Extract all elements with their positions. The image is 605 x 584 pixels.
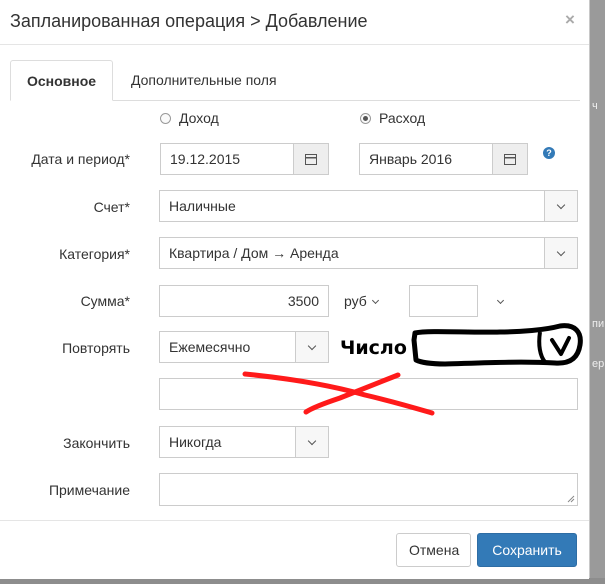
- note-textarea[interactable]: [159, 473, 578, 506]
- modal-dialog: Запланированная операция > Добавление × …: [0, 0, 590, 579]
- repeat-dropdown-button[interactable]: [295, 332, 328, 362]
- period-calendar-button[interactable]: [492, 144, 527, 174]
- tab-additional-fields[interactable]: Дополнительные поля: [115, 60, 293, 100]
- account-label: Счет*: [93, 199, 130, 215]
- account-dropdown-button[interactable]: [544, 191, 577, 221]
- amount-label: Сумма*: [80, 293, 130, 309]
- tab-bar: Основное Дополнительные поля: [10, 60, 580, 101]
- end-select[interactable]: Никогда: [159, 426, 329, 458]
- income-radio[interactable]: Доход: [160, 110, 219, 126]
- date-label: Дата и период*: [31, 151, 130, 167]
- currency-select[interactable]: руб: [344, 293, 379, 309]
- custom-repeat-input[interactable]: [159, 378, 578, 410]
- date-value: 19.12.2015: [170, 151, 241, 167]
- note-label: Примечание: [48, 482, 130, 498]
- end-dropdown-button[interactable]: [295, 427, 328, 457]
- modal-footer: Отмена Сохранить: [0, 520, 589, 579]
- repeat-label: Повторять: [62, 340, 130, 356]
- period-value: Январь 2016: [369, 151, 453, 167]
- chevron-down-icon: [307, 436, 317, 445]
- end-label: Закончить: [63, 435, 130, 451]
- chevron-down-icon: [556, 247, 566, 256]
- expense-radio[interactable]: Расход: [360, 110, 425, 126]
- chevron-down-icon: [371, 296, 379, 305]
- expense-radio-label: Расход: [379, 110, 426, 126]
- cancel-button[interactable]: Отмена: [396, 533, 471, 567]
- date-calendar-button[interactable]: [293, 144, 328, 174]
- resize-handle-icon[interactable]: [567, 495, 575, 503]
- category-label: Категория*: [59, 246, 130, 262]
- radio-circle[interactable]: [360, 112, 371, 124]
- income-radio-label: Доход: [179, 110, 219, 126]
- period-input[interactable]: Январь 2016: [359, 143, 528, 175]
- end-value: Никогда: [169, 434, 222, 450]
- amount-value: 3500: [287, 293, 319, 309]
- amount-input[interactable]: 3500: [159, 285, 329, 317]
- tab-main[interactable]: Основное: [10, 60, 114, 101]
- modal-header: Запланированная операция > Добавление ×: [0, 0, 589, 45]
- account-select[interactable]: Наличные: [159, 190, 578, 222]
- hand-drawn-box: [411, 323, 583, 367]
- handwritten-label: Число: [340, 337, 407, 359]
- calendar-icon: [504, 153, 516, 165]
- background-text: ер: [592, 358, 605, 370]
- background-text: ч: [592, 100, 598, 112]
- modal-title: Запланированная операция > Добавление: [10, 11, 368, 31]
- hand-drawn-chevron: [550, 336, 571, 356]
- category-value: Квартира / Дом → Аренда: [169, 245, 339, 261]
- close-icon[interactable]: ×: [565, 10, 575, 30]
- hand-drawn-box-inner: [537, 331, 547, 364]
- chevron-down-icon: [496, 296, 505, 305]
- chevron-down-icon: [307, 341, 317, 350]
- category-dropdown-button[interactable]: [544, 238, 577, 268]
- save-button[interactable]: Сохранить: [477, 533, 577, 567]
- extra-input[interactable]: [409, 285, 478, 317]
- date-input[interactable]: 19.12.2015: [160, 143, 329, 175]
- repeat-select[interactable]: Ежемесячно: [159, 331, 329, 363]
- currency-value: руб: [344, 293, 367, 309]
- chevron-down-icon: [556, 200, 566, 209]
- repeat-value: Ежемесячно: [169, 339, 251, 355]
- extra-dropdown[interactable]: [492, 293, 505, 309]
- account-value: Наличные: [169, 198, 236, 214]
- calendar-icon: [305, 153, 317, 165]
- radio-circle[interactable]: [160, 112, 171, 124]
- category-select[interactable]: Квартира / Дом → Аренда: [159, 237, 578, 269]
- background-text: пи: [592, 318, 605, 330]
- background-page: ч пи ер: [590, 0, 605, 584]
- question-icon[interactable]: ?: [543, 147, 555, 159]
